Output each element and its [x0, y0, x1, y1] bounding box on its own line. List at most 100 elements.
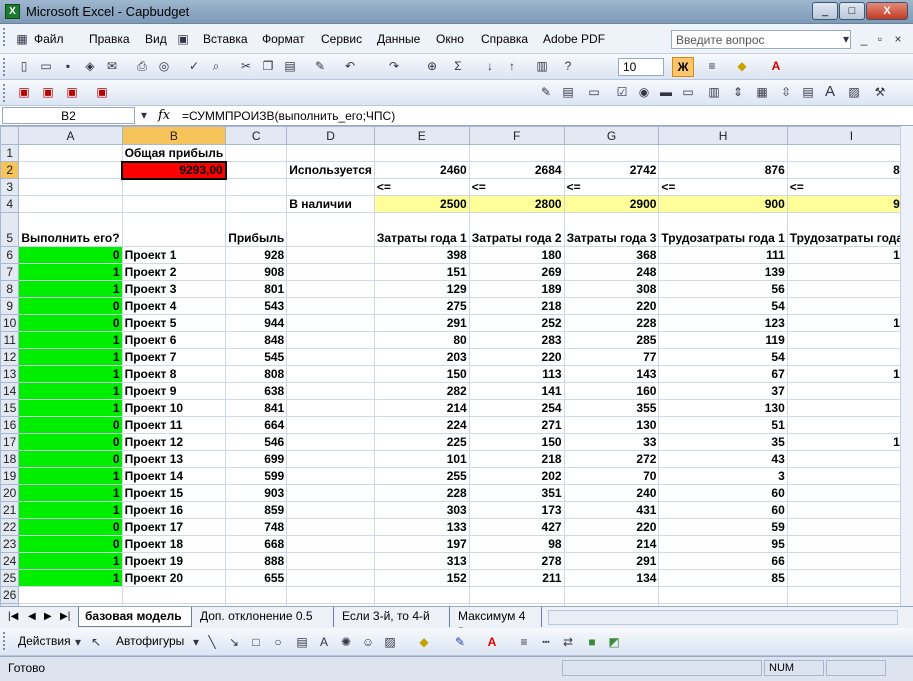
decision-cell[interactable]: 1 — [18, 365, 123, 383]
project-value-f[interactable]: 220 — [468, 348, 565, 366]
decision-cell[interactable]: 1 — [18, 348, 123, 366]
align-center-icon[interactable]: ≡ — [704, 58, 720, 74]
project-value-i[interactable]: 107 — [786, 433, 900, 451]
cell[interactable] — [18, 144, 123, 162]
cell[interactable] — [286, 416, 375, 434]
line-icon[interactable]: ╲ — [204, 634, 220, 650]
project-name[interactable]: Проект 2 — [121, 263, 227, 281]
decision-cell[interactable]: 1 — [18, 331, 123, 349]
project-profit[interactable]: 655 — [225, 569, 288, 587]
cell[interactable] — [286, 246, 375, 264]
oval-icon[interactable]: ○ — [270, 634, 286, 650]
project-profit[interactable]: 841 — [225, 399, 288, 417]
sheet-icon[interactable]: ▦ — [14, 31, 30, 47]
cell[interactable] — [121, 195, 227, 213]
project-value-i[interactable]: 90 — [786, 450, 900, 468]
row-header[interactable]: 7 — [0, 263, 20, 281]
project-value-h[interactable]: 35 — [658, 433, 788, 451]
used-h[interactable]: 876 — [658, 161, 788, 179]
rectangle-icon[interactable]: □ — [248, 634, 264, 650]
row-header[interactable]: 23 — [0, 535, 20, 553]
project-profit[interactable]: 888 — [225, 552, 288, 570]
cell[interactable] — [286, 399, 375, 417]
project-value-e[interactable]: 398 — [373, 246, 470, 264]
project-value-f[interactable]: 351 — [468, 484, 565, 502]
form-checkbox-icon[interactable]: ☑ — [614, 84, 630, 100]
project-value-e[interactable]: 152 — [373, 569, 470, 587]
project-name[interactable]: Проект 15 — [121, 484, 227, 502]
menu-window[interactable]: Окно — [436, 32, 464, 46]
project-name[interactable]: Проект 19 — [121, 552, 227, 570]
form-scrollbar-icon[interactable]: ▥ — [706, 84, 722, 100]
cell[interactable] — [121, 212, 227, 247]
cell[interactable] — [286, 263, 375, 281]
chart-wizard-icon[interactable]: ▥ — [534, 58, 550, 74]
textbox-icon[interactable]: ▤ — [294, 634, 310, 650]
project-value-e[interactable]: 129 — [373, 280, 470, 298]
decision-cell[interactable]: 1 — [18, 501, 123, 519]
project-name[interactable]: Проект 8 — [121, 365, 227, 383]
project-value-g[interactable]: 240 — [563, 484, 660, 502]
draw-fill-color-icon[interactable]: ◆ — [416, 634, 432, 650]
line-color-icon[interactable]: ✎ — [452, 634, 468, 650]
project-value-g[interactable]: 77 — [563, 348, 660, 366]
toolbar-grip[interactable] — [3, 28, 8, 46]
row-header[interactable]: 22 — [0, 518, 20, 536]
project-value-i[interactable]: 93 — [786, 484, 900, 502]
row-header[interactable]: 17 — [0, 433, 20, 451]
project-value-g[interactable]: 291 — [563, 552, 660, 570]
used-label[interactable]: Используется — [286, 161, 375, 179]
name-box[interactable]: B2 — [2, 107, 135, 124]
doc-close-button[interactable]: × — [890, 31, 906, 47]
cell[interactable] — [658, 586, 788, 604]
decision-cell[interactable]: 1 — [18, 484, 123, 502]
cell[interactable] — [286, 467, 375, 485]
cell[interactable] — [373, 586, 470, 604]
menu-insert[interactable]: Вставка — [203, 32, 248, 46]
arrow-style-icon[interactable]: ⇄ — [560, 634, 576, 650]
project-value-i[interactable]: 75 — [786, 467, 900, 485]
3d-icon[interactable]: ◩ — [606, 634, 622, 650]
vertical-scrollbar[interactable] — [900, 126, 913, 606]
used-e[interactable]: 2460 — [373, 161, 470, 179]
form-code-icon[interactable]: ⇳ — [778, 84, 794, 100]
diagram-icon[interactable]: ✺ — [338, 634, 354, 650]
available-e[interactable]: 2500 — [373, 195, 470, 213]
menu-data[interactable]: Данные — [377, 32, 420, 46]
wordart-draw-icon[interactable]: A — [316, 634, 332, 650]
cell[interactable] — [286, 314, 375, 332]
sort-descending-icon[interactable]: ↑ — [504, 58, 520, 74]
row-header[interactable]: 1 — [0, 144, 20, 162]
row-header[interactable]: 13 — [0, 365, 20, 383]
profit-header[interactable]: Прибыль — [225, 212, 288, 247]
project-value-f[interactable]: 254 — [468, 399, 565, 417]
menu-view[interactable]: Вид — [145, 32, 167, 46]
cell[interactable] — [286, 212, 375, 247]
project-value-h[interactable]: 67 — [658, 365, 788, 383]
toolbar-grip[interactable] — [3, 58, 8, 76]
form-label-icon[interactable]: ✎ — [538, 84, 554, 100]
project-value-h[interactable]: 95 — [658, 535, 788, 553]
menu-format[interactable]: Формат — [262, 32, 305, 46]
project-value-g[interactable]: 130 — [563, 416, 660, 434]
dash-style-icon[interactable]: ┅ — [538, 634, 554, 650]
row-header[interactable]: 8 — [0, 280, 20, 298]
form-button-icon[interactable]: ▭ — [586, 84, 602, 100]
project-value-i[interactable]: 90 — [786, 501, 900, 519]
project-value-i[interactable]: 61 — [786, 280, 900, 298]
header-i[interactable]: Трудозатраты года 2 — [786, 212, 900, 247]
project-value-f[interactable]: 269 — [468, 263, 565, 281]
redo-icon[interactable]: ↷ — [386, 58, 402, 74]
tab-first-icon[interactable]: |◀ — [8, 611, 18, 622]
pdf-review-icon[interactable]: ▣ — [64, 84, 80, 100]
project-name[interactable]: Проект 18 — [121, 535, 227, 553]
project-value-g[interactable]: 248 — [563, 263, 660, 281]
project-value-g[interactable]: 368 — [563, 246, 660, 264]
available-f[interactable]: 2800 — [468, 195, 565, 213]
sort-ascending-icon[interactable]: ↓ — [482, 58, 498, 74]
project-value-h[interactable]: 51 — [658, 416, 788, 434]
insert-picture-icon[interactable]: ▨ — [382, 634, 398, 650]
column-header-a[interactable]: A — [18, 126, 123, 145]
cell[interactable] — [286, 450, 375, 468]
project-value-i[interactable]: 96 — [786, 535, 900, 553]
